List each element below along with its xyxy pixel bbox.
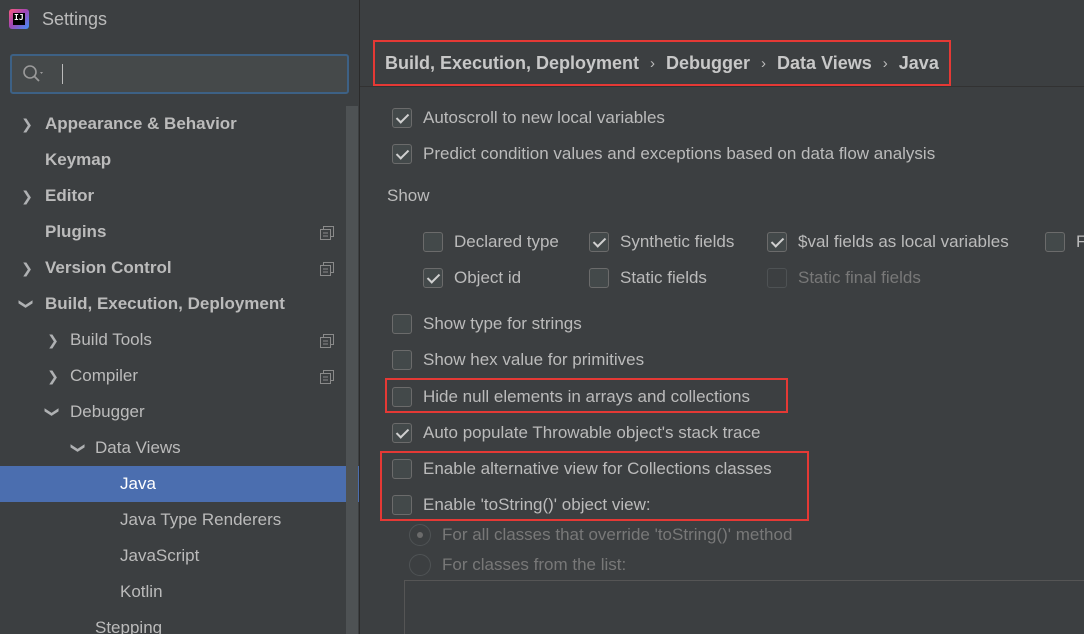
settings-content: Build, Execution, Deployment › Debugger … xyxy=(360,0,1084,634)
header-divider xyxy=(360,86,1084,87)
checkbox-box[interactable] xyxy=(392,459,412,479)
project-settings-icon xyxy=(320,226,334,240)
sidebar-item-editor[interactable]: ❯ Editor xyxy=(0,178,360,214)
sidebar-item-stepping[interactable]: Stepping xyxy=(0,610,360,634)
sidebar-item-plugins[interactable]: Plugins xyxy=(0,214,360,250)
checkbox-label: Show hex value for primitives xyxy=(423,350,645,369)
project-settings-icon xyxy=(320,370,334,384)
sidebar-item-data-views[interactable]: ❯ Data Views xyxy=(0,430,360,466)
checkbox-label: Auto populate Throwable object's stack t… xyxy=(423,423,761,442)
checkbox-box[interactable] xyxy=(392,387,412,407)
sidebar-item-label: Plugins xyxy=(45,222,107,241)
sidebar-item-javascript[interactable]: JavaScript xyxy=(0,538,360,574)
chevron-down-icon[interactable]: ❯ xyxy=(61,441,97,455)
sidebar-item-label: Data Views xyxy=(95,438,181,457)
breadcrumb-separator: › xyxy=(650,54,656,72)
chevron-right-icon[interactable]: ❯ xyxy=(46,322,60,358)
chevron-down-icon[interactable]: ❯ xyxy=(35,405,71,419)
sidebar-item-label: Appearance & Behavior xyxy=(45,114,237,133)
checkbox-label: Autoscroll to new local variables xyxy=(423,108,665,127)
search-input[interactable] xyxy=(10,54,349,94)
search-icon[interactable] xyxy=(22,64,46,84)
checkbox-label: Enable alternative view for Collections … xyxy=(423,459,772,478)
sidebar-item-label: JavaScript xyxy=(120,546,200,565)
project-settings-icon xyxy=(320,262,334,276)
radio-label: For all classes that override 'toString(… xyxy=(442,525,793,544)
checkbox-box[interactable] xyxy=(423,232,443,252)
checkbox-box[interactable] xyxy=(589,268,609,288)
sidebar-item-kotlin[interactable]: Kotlin xyxy=(0,574,360,610)
radio-button[interactable] xyxy=(409,554,431,576)
chevron-right-icon[interactable]: ❯ xyxy=(46,358,60,394)
checkbox-box[interactable] xyxy=(589,232,609,252)
sidebar-scrollbar[interactable] xyxy=(346,106,358,634)
sidebar-item-label: Compiler xyxy=(70,366,139,385)
breadcrumb-item[interactable]: Debugger xyxy=(666,53,750,74)
sidebar-item-label: Kotlin xyxy=(120,582,163,601)
sidebar-item-label: Stepping xyxy=(95,618,163,634)
breadcrumb-separator: › xyxy=(882,54,888,72)
classes-list[interactable] xyxy=(404,580,1084,634)
checkbox-label: Show type for strings xyxy=(423,314,582,333)
checkbox-label: Predict condition values and exceptions … xyxy=(423,144,936,163)
breadcrumb-item[interactable]: Data Views xyxy=(777,53,872,74)
checkbox-box[interactable] xyxy=(392,144,412,164)
checkbox-label: Static fields xyxy=(620,268,707,287)
checkbox-box[interactable] xyxy=(767,268,787,288)
checkbox-box[interactable] xyxy=(392,350,412,370)
show-section-label: Show xyxy=(387,186,430,205)
sidebar-item-label: Build Tools xyxy=(70,330,152,349)
breadcrumb: Build, Execution, Deployment › Debugger … xyxy=(373,40,951,86)
sidebar-item-label: Debugger xyxy=(70,402,145,421)
checkbox-box[interactable] xyxy=(423,268,443,288)
sidebar-item-keymap[interactable]: Keymap xyxy=(0,142,360,178)
sidebar-item-label: Java Type Renderers xyxy=(120,510,282,529)
checkbox-box[interactable] xyxy=(392,108,412,128)
checkbox-label: Hide null elements in arrays and collect… xyxy=(423,387,750,406)
checkbox-box[interactable] xyxy=(767,232,787,252)
window-title: Settings xyxy=(42,9,108,29)
sidebar-item-java-type-renderers[interactable]: Java Type Renderers xyxy=(0,502,360,538)
checkbox-label: Object id xyxy=(454,268,522,287)
checkbox-label: Enable 'toString()' object view: xyxy=(423,495,651,514)
sidebar-item-label: Keymap xyxy=(45,150,112,169)
checkbox-label: Synthetic fields xyxy=(620,232,735,251)
checkbox-box[interactable] xyxy=(1045,232,1065,252)
sidebar-item-label: Build, Execution, Deployment xyxy=(45,294,285,313)
checkbox-label: Declared type xyxy=(454,232,559,251)
breadcrumb-item[interactable]: Build, Execution, Deployment xyxy=(385,53,639,74)
intellij-app-icon: IJ xyxy=(9,9,29,29)
sidebar-item-compiler[interactable]: ❯ Compiler xyxy=(0,358,360,394)
text-caret xyxy=(62,64,63,84)
project-settings-icon xyxy=(320,334,334,348)
sidebar-item-java[interactable]: Java xyxy=(0,466,360,502)
breadcrumb-item: Java xyxy=(898,52,939,73)
sidebar-item-debugger[interactable]: ❯ Debugger xyxy=(0,394,360,430)
sidebar-item-label: Version Control xyxy=(45,258,172,277)
chevron-right-icon[interactable]: ❯ xyxy=(20,178,34,214)
checkbox-box[interactable] xyxy=(392,314,412,334)
sidebar-item-build-tools[interactable]: ❯ Build Tools xyxy=(0,322,360,358)
sidebar-item-appearance-behavior[interactable]: ❯ Appearance & Behavior xyxy=(0,106,360,142)
sidebar-item-version-control[interactable]: ❯ Version Control xyxy=(0,250,360,286)
sidebar-item-build-execution-deployment[interactable]: ❯ Build, Execution, Deployment xyxy=(0,286,360,322)
checkbox-box[interactable] xyxy=(392,495,412,515)
settings-sidebar: ❯ Appearance & Behavior Keymap ❯ Editor … xyxy=(0,40,360,634)
checkbox-box[interactable] xyxy=(392,423,412,443)
checkbox-label: Static final fields xyxy=(798,268,921,287)
sidebar-item-label: Editor xyxy=(45,186,95,205)
sidebar-item-label: Java xyxy=(120,474,156,493)
chevron-down-icon[interactable]: ❯ xyxy=(9,297,45,311)
radio-button[interactable] xyxy=(409,524,431,546)
breadcrumb-separator: › xyxy=(761,54,767,72)
chevron-right-icon[interactable]: ❯ xyxy=(20,106,34,142)
checkbox-label: $val fields as local variables xyxy=(798,232,1009,251)
checkbox-label: F xyxy=(1076,232,1084,251)
radio-label: For classes from the list: xyxy=(442,555,627,574)
chevron-right-icon[interactable]: ❯ xyxy=(20,250,34,286)
